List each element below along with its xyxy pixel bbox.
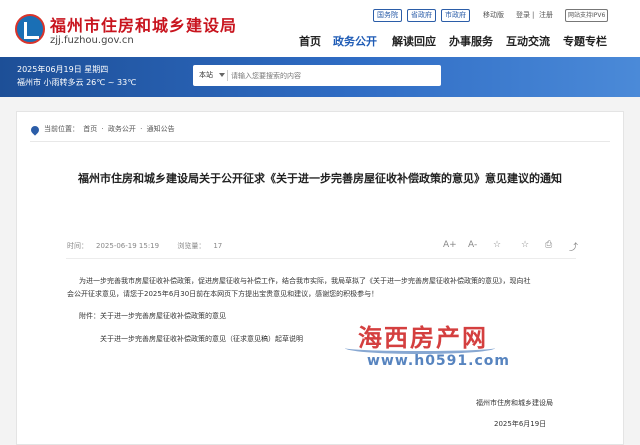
bookmark-icon[interactable]: ☆ — [521, 240, 529, 250]
body-paragraph-2: 会公开征求意见，请您于2025年6月30日前在本网页下方提出宝贵意见和建议，感谢… — [67, 290, 379, 298]
print-icon[interactable]: ⎙ — [545, 240, 552, 250]
meta-divider — [66, 258, 576, 259]
mobile-version-link[interactable]: 移动版 — [483, 9, 504, 22]
favorite-icon[interactable]: ☆ — [493, 240, 501, 250]
breadcrumb-prefix: 当前位置： — [44, 125, 79, 133]
breadcrumb-home[interactable]: 首页 — [83, 125, 97, 133]
attachment-file-link[interactable]: 关于进一步完善房屋征收补偿政策的意见（征求意见稿）起草说明 — [100, 333, 303, 346]
top-separator: | — [532, 11, 535, 19]
site-title[interactable]: 福州市住房和城乡建设局 — [50, 12, 237, 36]
search-box: 本站 — [193, 65, 441, 86]
signature-date: 2025年6月19日 — [494, 420, 547, 428]
weather-info: 福州市 小雨转多云 26℃ ~ 33℃ — [17, 78, 137, 87]
publish-time: 2025-06-19 15:19 — [96, 242, 160, 250]
link-city-gov[interactable]: 市政府 — [441, 9, 470, 22]
share-icon[interactable]: ⤴ — [569, 240, 578, 253]
views-label: 浏览量： — [177, 242, 206, 250]
site-domain: zjj.fuzhou.gov.cn — [50, 35, 134, 46]
breadcrumb-divider — [30, 141, 610, 142]
font-increase-icon[interactable]: A+ — [443, 240, 457, 250]
search-input[interactable] — [231, 68, 436, 83]
login-link[interactable]: 登录 — [516, 9, 530, 22]
nav-gov-affairs[interactable]: 政务公开 — [333, 33, 377, 49]
search-divider — [227, 70, 228, 81]
body-paragraph-1: 为进一步完善我市房屋征收补偿政策，促进房屋征收与补偿工作，结合我市实际，我局草拟… — [79, 277, 531, 285]
article-meta: 时间： 2025-06-19 15:19 浏览量： 17 — [67, 241, 238, 251]
breadcrumb-separator: · — [101, 125, 104, 133]
watermark-text: 海西房产网 — [358, 323, 488, 352]
nav-services[interactable]: 办事服务 — [449, 33, 493, 49]
watermark: 海西房产网 www.h0591.com — [345, 318, 515, 378]
view-count: 17 — [213, 242, 223, 250]
breadcrumb-gov-affairs[interactable]: 政务公开 — [108, 125, 136, 133]
chevron-down-icon[interactable] — [219, 73, 225, 77]
ipv6-badge: 网站支持IPV6 — [565, 9, 609, 22]
link-province-gov[interactable]: 省政府 — [407, 9, 436, 22]
site-logo-icon[interactable] — [15, 14, 45, 44]
font-decrease-icon[interactable]: A- — [468, 240, 477, 250]
nav-interaction[interactable]: 互动交流 — [506, 33, 550, 49]
search-scope-select[interactable]: 本站 — [199, 70, 213, 80]
current-date: 2025年06月19日 星期四 — [17, 65, 109, 74]
link-state-council[interactable]: 国务院 — [373, 9, 402, 22]
nav-home[interactable]: 首页 — [299, 33, 321, 49]
nav-special-topics[interactable]: 专题专栏 — [563, 33, 607, 49]
nav-interpretation[interactable]: 解读回应 — [392, 33, 436, 49]
attachment-label: 附件：关于进一步完善房屋征收补偿政策的意见 — [79, 312, 226, 320]
watermark-url: www.h0591.com — [367, 353, 510, 369]
time-label: 时间： — [67, 242, 88, 250]
signature: 福州市住房和城乡建设局 — [476, 399, 553, 407]
site-header: 福州市住房和城乡建设局 zjj.fuzhou.gov.cn 国务院 省政府 市政… — [0, 0, 640, 57]
top-banner: 2025年06月19日 星期四 福州市 小雨转多云 26℃ ~ 33℃ 本站 — [0, 57, 640, 97]
article-title: 福州市住房和城乡建设局关于公开征求《关于进一步完善房屋征收补偿政策的意见》意见建… — [78, 172, 562, 185]
breadcrumb-separator: · — [140, 125, 143, 133]
breadcrumb: 当前位置： 首页 · 政务公开 · 通知公告 — [44, 124, 177, 134]
register-link[interactable]: 注册 — [539, 9, 553, 22]
breadcrumb-notices[interactable]: 通知公告 — [147, 125, 175, 133]
